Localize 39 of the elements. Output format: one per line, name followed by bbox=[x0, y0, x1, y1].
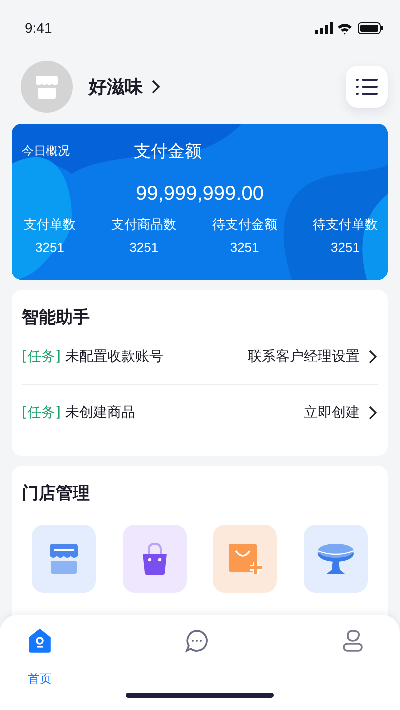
overview-title: 支付金额 bbox=[134, 141, 202, 163]
store-tool-tile[interactable] bbox=[32, 525, 96, 593]
storefront-icon bbox=[47, 542, 81, 576]
store-tool-tile[interactable] bbox=[122, 525, 187, 593]
section-title: 门店管理 bbox=[21, 483, 91, 505]
chevron-right-icon bbox=[368, 404, 378, 420]
menu-icon bbox=[356, 78, 378, 96]
home-tab[interactable]: 首页 bbox=[28, 629, 52, 688]
stat-label: 待支付单数 bbox=[312, 217, 378, 234]
chat-bubble-icon bbox=[185, 629, 209, 653]
store-tool-tile[interactable] bbox=[213, 525, 278, 593]
home-icon bbox=[29, 629, 51, 653]
overview-label: 今日概况 bbox=[22, 143, 70, 160]
stat-value: 3251 bbox=[130, 240, 159, 255]
section-title: 智能助手 bbox=[20, 307, 91, 329]
battery-icon bbox=[358, 22, 384, 34]
stat-label: 待支付金额 bbox=[212, 217, 278, 234]
wifi-icon bbox=[338, 22, 353, 34]
task-text: [任务] 未配置收款账号 bbox=[22, 348, 164, 366]
menu-button[interactable] bbox=[346, 66, 388, 108]
stat-value: 3251 bbox=[230, 240, 260, 255]
task-action-link[interactable]: 联系客户经理设置 bbox=[248, 348, 378, 366]
chevron-right-icon bbox=[368, 348, 378, 364]
store-name-link[interactable]: 好滋味 bbox=[89, 75, 161, 99]
user-icon bbox=[342, 629, 364, 653]
status-time: 9:41 bbox=[25, 20, 52, 36]
shopping-bag-plus-icon bbox=[227, 542, 264, 576]
table-icon bbox=[316, 542, 355, 576]
stat-value: 3251 bbox=[36, 240, 64, 255]
task-text: [任务] 未创建商品 bbox=[22, 404, 136, 422]
signal-icon bbox=[315, 22, 333, 34]
stat-value: 3251 bbox=[331, 240, 360, 255]
payment-amount: 99,999,999.00 bbox=[135, 183, 265, 206]
stat-label: 支付单数 bbox=[24, 217, 76, 234]
task-action-link[interactable]: 立即创建 bbox=[304, 404, 378, 422]
stat-label: 支付商品数 bbox=[112, 217, 177, 234]
chevron-right-icon bbox=[151, 79, 161, 95]
store-tool-tile[interactable] bbox=[304, 525, 368, 593]
store-avatar-icon bbox=[21, 61, 73, 113]
